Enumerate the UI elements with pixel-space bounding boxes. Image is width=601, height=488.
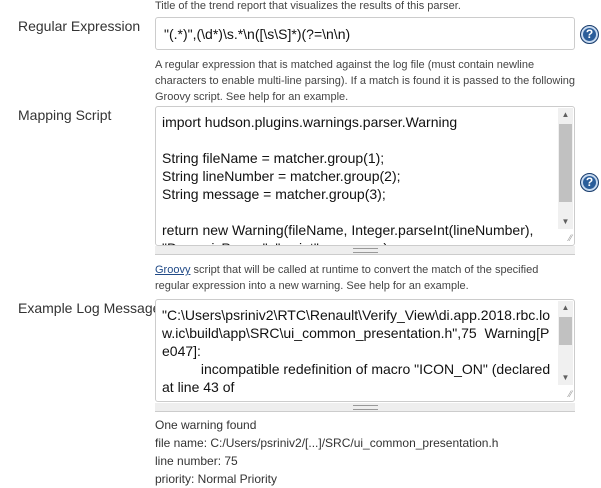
mapping-script-text: import hudson.plugins.warnings.parser.Wa…: [162, 114, 534, 245]
textarea-resize-handle[interactable]: [155, 246, 575, 255]
example-log-label: Example Log Message: [18, 300, 161, 316]
help-icon[interactable]: ?: [580, 173, 599, 192]
scrollbar-thumb[interactable]: [559, 124, 572, 202]
result-summary: One warning found: [155, 418, 257, 432]
regex-label: Regular Expression: [18, 18, 141, 34]
textarea-resize-handle[interactable]: [155, 403, 575, 412]
scrollbar[interactable]: ▲ ▼: [558, 108, 573, 229]
mapping-script-textarea[interactable]: import hudson.plugins.warnings.parser.Wa…: [155, 106, 575, 246]
mapping-help-rest: script that will be called at runtime to…: [155, 264, 539, 292]
title-help-text: Title of the trend report that visualize…: [155, 0, 461, 12]
example-log-textarea[interactable]: "C:\Users\psriniv2\RTC\Renault\Verify_Vi…: [155, 299, 575, 402]
mapping-script-label: Mapping Script: [18, 107, 112, 123]
resize-grip-icon[interactable]: ⁄⁄: [562, 233, 572, 243]
scroll-up-icon[interactable]: ▲: [558, 301, 573, 315]
scroll-down-icon[interactable]: ▼: [558, 371, 573, 385]
regex-help-text: A regular expression that is matched aga…: [155, 59, 576, 103]
example-log-text: "C:\Users\psriniv2\RTC\Renault\Verify_Vi…: [162, 307, 551, 395]
result-file-name: file name: C:/Users/psriniv2/[...]/SRC/u…: [155, 436, 499, 450]
help-icon[interactable]: ?: [580, 25, 599, 44]
result-priority: priority: Normal Priority: [155, 472, 278, 486]
regex-input[interactable]: "(.*)",(\d*)\s.*\n([\s\S]*)(?=\n\n): [155, 17, 575, 50]
scroll-down-icon[interactable]: ▼: [558, 215, 573, 229]
result-line-number: line number: 75: [155, 454, 238, 468]
groovy-link[interactable]: Groovy: [155, 264, 190, 276]
mapping-help-text: Groovy script that will be called at run…: [155, 262, 575, 294]
resize-grip-icon[interactable]: ⁄⁄: [562, 389, 572, 399]
scrollbar-thumb[interactable]: [559, 317, 572, 345]
scrollbar[interactable]: ▲ ▼: [558, 301, 573, 385]
scroll-up-icon[interactable]: ▲: [558, 108, 573, 122]
